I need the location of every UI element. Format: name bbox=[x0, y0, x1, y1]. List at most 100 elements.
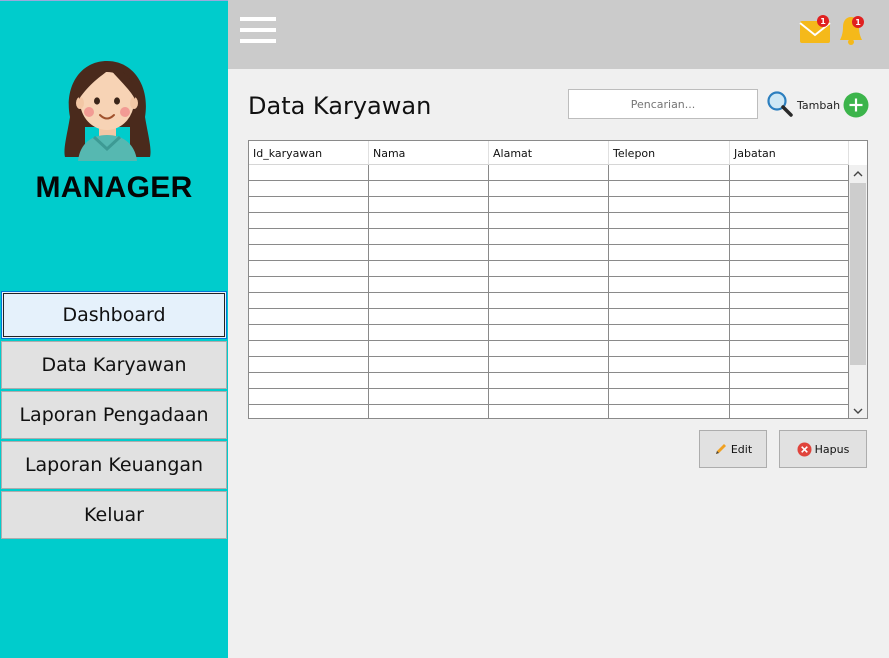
table-cell[interactable] bbox=[730, 165, 849, 181]
nav-laporan-keuangan-button[interactable]: Laporan Keuangan bbox=[1, 441, 227, 489]
table-row[interactable] bbox=[249, 389, 849, 405]
table-cell[interactable] bbox=[369, 197, 489, 213]
table-row[interactable] bbox=[249, 405, 849, 418]
table-cell[interactable] bbox=[249, 341, 369, 357]
table-cell[interactable] bbox=[249, 245, 369, 261]
table-cell[interactable] bbox=[730, 341, 849, 357]
nav-data-karyawan-button[interactable]: Data Karyawan bbox=[1, 341, 227, 389]
column-header-telepon[interactable]: Telepon bbox=[609, 141, 730, 165]
table-cell[interactable] bbox=[249, 165, 369, 181]
bell-notification-icon[interactable]: 1 bbox=[834, 12, 868, 46]
table-cell[interactable] bbox=[609, 261, 730, 277]
table-cell[interactable] bbox=[489, 293, 609, 309]
table-cell[interactable] bbox=[730, 357, 849, 373]
nav-keluar-button[interactable]: Keluar bbox=[1, 491, 227, 539]
table-cell[interactable] bbox=[609, 389, 730, 405]
table-cell[interactable] bbox=[489, 309, 609, 325]
scroll-down-icon[interactable] bbox=[849, 402, 867, 418]
table-cell[interactable] bbox=[249, 277, 369, 293]
table-cell[interactable] bbox=[369, 309, 489, 325]
table-cell[interactable] bbox=[369, 325, 489, 341]
table-cell[interactable] bbox=[369, 229, 489, 245]
table-cell[interactable] bbox=[249, 389, 369, 405]
column-header-alamat[interactable]: Alamat bbox=[489, 141, 609, 165]
table-cell[interactable] bbox=[369, 277, 489, 293]
table-cell[interactable] bbox=[730, 325, 849, 341]
table-row[interactable] bbox=[249, 229, 849, 245]
table-cell[interactable] bbox=[609, 245, 730, 261]
table-cell[interactable] bbox=[369, 389, 489, 405]
table-cell[interactable] bbox=[369, 293, 489, 309]
table-cell[interactable] bbox=[489, 245, 609, 261]
table-cell[interactable] bbox=[730, 277, 849, 293]
table-cell[interactable] bbox=[249, 325, 369, 341]
table-cell[interactable] bbox=[609, 357, 730, 373]
edit-button[interactable]: Edit bbox=[699, 430, 767, 468]
table-cell[interactable] bbox=[249, 293, 369, 309]
table-cell[interactable] bbox=[730, 181, 849, 197]
table-cell[interactable] bbox=[249, 197, 369, 213]
table-cell[interactable] bbox=[730, 373, 849, 389]
table-cell[interactable] bbox=[609, 373, 730, 389]
table-cell[interactable] bbox=[369, 341, 489, 357]
table-cell[interactable] bbox=[609, 213, 730, 229]
table-cell[interactable] bbox=[489, 341, 609, 357]
search-input[interactable] bbox=[568, 89, 758, 119]
table-cell[interactable] bbox=[609, 277, 730, 293]
scroll-up-icon[interactable] bbox=[849, 165, 867, 182]
table-row[interactable] bbox=[249, 245, 849, 261]
table-cell[interactable] bbox=[369, 245, 489, 261]
table-row[interactable] bbox=[249, 197, 849, 213]
table-cell[interactable] bbox=[489, 229, 609, 245]
table-cell[interactable] bbox=[609, 325, 730, 341]
table-cell[interactable] bbox=[489, 213, 609, 229]
table-cell[interactable] bbox=[489, 197, 609, 213]
table-row[interactable] bbox=[249, 277, 849, 293]
table-cell[interactable] bbox=[369, 405, 489, 418]
nav-dashboard-button[interactable]: Dashboard bbox=[1, 291, 227, 339]
delete-button[interactable]: Hapus bbox=[779, 430, 867, 468]
table-cell[interactable] bbox=[609, 309, 730, 325]
table-row[interactable] bbox=[249, 293, 849, 309]
table-cell[interactable] bbox=[730, 293, 849, 309]
column-header-id[interactable]: Id_karyawan bbox=[249, 141, 369, 165]
table-cell[interactable] bbox=[249, 373, 369, 389]
employee-table[interactable]: Id_karyawan Nama Alamat Telepon Jabatan bbox=[248, 140, 868, 419]
table-cell[interactable] bbox=[609, 229, 730, 245]
table-row[interactable] bbox=[249, 261, 849, 277]
table-cell[interactable] bbox=[249, 309, 369, 325]
table-cell[interactable] bbox=[609, 405, 730, 418]
table-cell[interactable] bbox=[730, 389, 849, 405]
hamburger-icon[interactable] bbox=[240, 17, 276, 45]
table-row[interactable] bbox=[249, 165, 849, 181]
table-cell[interactable] bbox=[249, 213, 369, 229]
table-cell[interactable] bbox=[489, 357, 609, 373]
scroll-thumb[interactable] bbox=[850, 183, 866, 365]
table-cell[interactable] bbox=[369, 373, 489, 389]
table-cell[interactable] bbox=[369, 165, 489, 181]
table-cell[interactable] bbox=[489, 325, 609, 341]
table-cell[interactable] bbox=[730, 213, 849, 229]
column-header-jabatan[interactable]: Jabatan bbox=[730, 141, 849, 165]
table-cell[interactable] bbox=[369, 181, 489, 197]
table-cell[interactable] bbox=[730, 309, 849, 325]
table-cell[interactable] bbox=[249, 405, 369, 418]
table-cell[interactable] bbox=[489, 405, 609, 418]
table-cell[interactable] bbox=[730, 405, 849, 418]
table-cell[interactable] bbox=[249, 229, 369, 245]
table-cell[interactable] bbox=[489, 277, 609, 293]
table-cell[interactable] bbox=[609, 341, 730, 357]
table-cell[interactable] bbox=[249, 181, 369, 197]
table-cell[interactable] bbox=[369, 213, 489, 229]
table-cell[interactable] bbox=[489, 165, 609, 181]
nav-laporan-pengadaan-button[interactable]: Laporan Pengadaan bbox=[1, 391, 227, 439]
table-cell[interactable] bbox=[730, 229, 849, 245]
table-cell[interactable] bbox=[730, 245, 849, 261]
table-cell[interactable] bbox=[609, 165, 730, 181]
table-cell[interactable] bbox=[609, 197, 730, 213]
table-cell[interactable] bbox=[489, 261, 609, 277]
table-cell[interactable] bbox=[369, 357, 489, 373]
table-row[interactable] bbox=[249, 213, 849, 229]
table-row[interactable] bbox=[249, 357, 849, 373]
table-row[interactable] bbox=[249, 373, 849, 389]
